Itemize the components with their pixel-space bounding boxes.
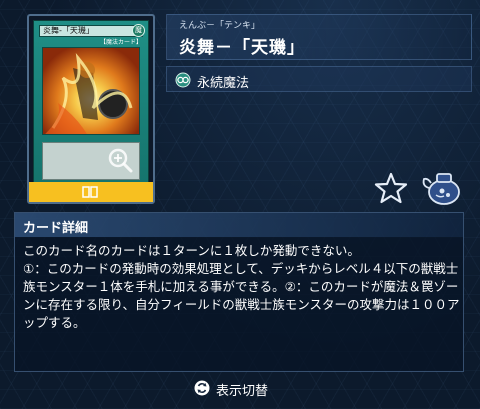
card-effect-text: このカード名のカードは１ターンに１枚しか発動できない。 ①：このカードの発動時の… xyxy=(23,243,460,330)
card-image-name: 炎舞-「天璣」 xyxy=(39,25,143,37)
display-switch-label: 表示切替 xyxy=(216,384,269,399)
star-icon[interactable] xyxy=(374,172,408,204)
continuous-spell-icon xyxy=(175,72,191,88)
card-thumbnail[interactable]: 炎舞-「天璣」 魔 【魔法カード】 xyxy=(27,14,155,204)
card-artwork xyxy=(42,47,140,135)
card-ruby-reading: えんぶ－「テンキ」 xyxy=(179,21,261,31)
card-detail-panel: カード詳細 このカード名のカードは１ターンに１枚しか発動できない。 ①：このカー… xyxy=(14,212,464,372)
card-detail-title: カード詳細 xyxy=(23,221,89,236)
card-detail-header: カード詳細 xyxy=(15,213,463,237)
card-text-box xyxy=(42,142,140,180)
cards-icon xyxy=(82,186,98,198)
card-image: 炎舞-「天璣」 魔 【魔法カード】 xyxy=(33,20,149,184)
card-type-row: 永続魔法 xyxy=(166,66,472,92)
magnify-plus-icon[interactable] xyxy=(107,147,133,173)
card-type-label: 永続魔法 xyxy=(197,76,250,91)
card-name-header: えんぶ－「テンキ」 炎舞－「天璣」 xyxy=(166,14,472,60)
card-name: 炎舞－「天璣」 xyxy=(179,38,305,58)
card-attribute-badge: 魔 xyxy=(132,24,145,37)
swap-cycle-icon xyxy=(194,380,210,396)
card-tab[interactable] xyxy=(29,182,153,202)
card-image-type-line: 【魔法カード】 xyxy=(99,39,142,46)
deck-pot-icon[interactable] xyxy=(420,166,464,206)
